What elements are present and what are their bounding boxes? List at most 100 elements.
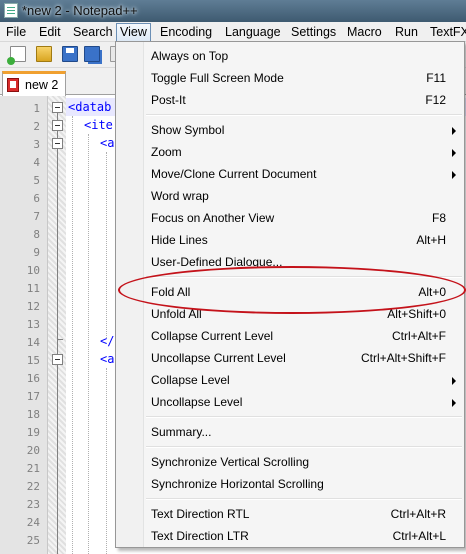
line-number: 21 xyxy=(26,462,40,475)
line-number: 18 xyxy=(26,408,40,421)
line-number: 5 xyxy=(33,174,40,187)
menu-search[interactable]: Search xyxy=(73,24,113,41)
line-number: 12 xyxy=(26,300,40,313)
menu-item-text-direction-rtl[interactable]: Text Direction RTL Ctrl+Alt+R xyxy=(118,503,462,525)
fold-line xyxy=(57,365,58,554)
menu-settings[interactable]: Settings xyxy=(291,24,336,41)
submenu-arrow-icon xyxy=(452,127,456,135)
line-number: 9 xyxy=(33,246,40,259)
menu-item-label: Collapse Current Level xyxy=(151,329,274,343)
line-number-gutter: 1 2 3 4 5 6 7 8 9 10 11 12 13 14 15 16 1… xyxy=(0,96,48,554)
fold-line xyxy=(57,339,58,354)
title-bar: *new 2 - Notepad++ xyxy=(0,0,466,22)
menu-item-toggle-full-screen[interactable]: Toggle Full Screen Mode F11 xyxy=(118,67,462,89)
menu-item-shortcut: F12 xyxy=(425,93,446,107)
line-number: 25 xyxy=(26,534,40,547)
menu-item-label: Synchronize Vertical Scrolling xyxy=(151,455,310,469)
line-number: 16 xyxy=(26,372,40,385)
menu-item-label: Show Symbol xyxy=(151,123,225,137)
open-file-icon[interactable] xyxy=(36,46,52,62)
menu-item-label: Collapse Level xyxy=(151,373,230,387)
menu-item-text-direction-ltr[interactable]: Text Direction LTR Ctrl+Alt+L xyxy=(118,525,462,547)
menu-item-shortcut: Alt+H xyxy=(416,233,446,247)
menu-separator xyxy=(146,114,462,116)
submenu-arrow-icon xyxy=(452,171,456,179)
code-token: <datab xyxy=(68,100,112,114)
menu-item-user-defined-dialogue[interactable]: User-Defined Dialogue... xyxy=(118,251,462,273)
menu-item-hide-lines[interactable]: Hide Lines Alt+H xyxy=(118,229,462,251)
menu-encoding[interactable]: Encoding xyxy=(160,24,212,41)
menu-item-collapse-current-level[interactable]: Collapse Current Level Ctrl+Alt+F xyxy=(118,325,462,347)
fold-toggle-icon[interactable] xyxy=(52,120,63,131)
menu-item-label: Fold All xyxy=(151,285,191,299)
menu-item-word-wrap[interactable]: Word wrap xyxy=(118,185,462,207)
menu-item-show-symbol[interactable]: Show Symbol xyxy=(118,119,462,141)
fold-toggle-icon[interactable] xyxy=(52,354,63,365)
code-token: <ite xyxy=(84,118,113,132)
unsaved-document-icon xyxy=(7,78,19,92)
indent-guide xyxy=(106,152,107,338)
menu-textfx[interactable]: TextFX xyxy=(430,24,466,41)
menu-item-label: Text Direction LTR xyxy=(151,529,249,543)
save-all-icon[interactable] xyxy=(84,46,100,62)
menu-item-shortcut: Ctrl+Alt+F xyxy=(391,329,446,343)
line-number: 8 xyxy=(33,228,40,241)
menu-item-label: Toggle Full Screen Mode xyxy=(151,71,284,85)
tab-label: new 2 xyxy=(25,78,59,92)
menu-view[interactable]: View xyxy=(116,23,151,42)
line-number: 14 xyxy=(26,336,40,349)
menu-item-uncollapse-current-level[interactable]: Uncollapse Current Level Ctrl+Alt+Shift+… xyxy=(118,347,462,369)
menu-separator xyxy=(146,498,462,500)
tab-new-2[interactable]: new 2 xyxy=(2,71,66,96)
menu-language[interactable]: Language xyxy=(225,24,281,41)
menu-item-sync-horizontal-scrolling[interactable]: Synchronize Horizontal Scrolling xyxy=(118,473,462,495)
line-number: 10 xyxy=(26,264,40,277)
menu-item-shortcut: F11 xyxy=(426,71,446,85)
menu-item-move-clone[interactable]: Move/Clone Current Document xyxy=(118,163,462,185)
menu-item-label: Always on Top xyxy=(151,49,229,63)
line-number: 13 xyxy=(26,318,40,331)
menu-item-summary[interactable]: Summary... xyxy=(118,421,462,443)
menu-item-label: Post-It xyxy=(151,93,186,107)
line-number: 1 xyxy=(33,102,40,115)
menu-item-focus-another-view[interactable]: Focus on Another View F8 xyxy=(118,207,462,229)
menu-bar: File Edit Search View Encoding Language … xyxy=(0,22,466,42)
fold-toggle-icon[interactable] xyxy=(52,102,63,113)
menu-item-label: Unfold All xyxy=(151,307,202,321)
menu-item-collapse-level[interactable]: Collapse Level xyxy=(118,369,462,391)
menu-item-label: Zoom xyxy=(151,145,182,159)
menu-item-post-it[interactable]: Post-It F12 xyxy=(118,89,462,111)
menu-item-uncollapse-level[interactable]: Uncollapse Level xyxy=(118,391,462,413)
indent-guide xyxy=(106,368,107,554)
menu-item-always-on-top[interactable]: Always on Top xyxy=(118,45,462,67)
save-icon[interactable] xyxy=(62,46,78,62)
line-number: 7 xyxy=(33,210,40,223)
menu-item-shortcut: F8 xyxy=(431,211,446,225)
menu-edit[interactable]: Edit xyxy=(39,24,61,41)
menu-item-label: Hide Lines xyxy=(151,233,208,247)
menu-run[interactable]: Run xyxy=(395,24,418,41)
line-number: 22 xyxy=(26,480,40,493)
indent-guide xyxy=(72,116,73,554)
menu-item-shortcut: Ctrl+Alt+L xyxy=(392,529,446,543)
menu-item-unfold-all[interactable]: Unfold All Alt+Shift+0 xyxy=(118,303,462,325)
line-number: 20 xyxy=(26,444,40,457)
code-token: <a xyxy=(100,352,115,366)
line-number: 19 xyxy=(26,426,40,439)
line-number: 23 xyxy=(26,498,40,511)
indent-guide xyxy=(88,134,89,554)
new-file-icon[interactable] xyxy=(7,46,26,65)
menu-item-shortcut: Ctrl+Alt+R xyxy=(390,507,446,521)
menu-item-fold-all[interactable]: Fold All Alt+0 xyxy=(118,281,462,303)
menu-item-label: User-Defined Dialogue... xyxy=(151,255,283,269)
menu-file[interactable]: File xyxy=(6,24,26,41)
menu-item-label: Text Direction RTL xyxy=(151,507,250,521)
menu-item-label: Word wrap xyxy=(151,189,209,203)
menu-item-shortcut: Ctrl+Alt+Shift+F xyxy=(360,351,446,365)
menu-item-sync-vertical-scrolling[interactable]: Synchronize Vertical Scrolling xyxy=(118,451,462,473)
notepad-app-icon xyxy=(4,3,18,18)
line-number: 17 xyxy=(26,390,40,403)
menu-macro[interactable]: Macro xyxy=(347,24,382,41)
menu-item-zoom[interactable]: Zoom xyxy=(118,141,462,163)
fold-toggle-icon[interactable] xyxy=(52,138,63,149)
